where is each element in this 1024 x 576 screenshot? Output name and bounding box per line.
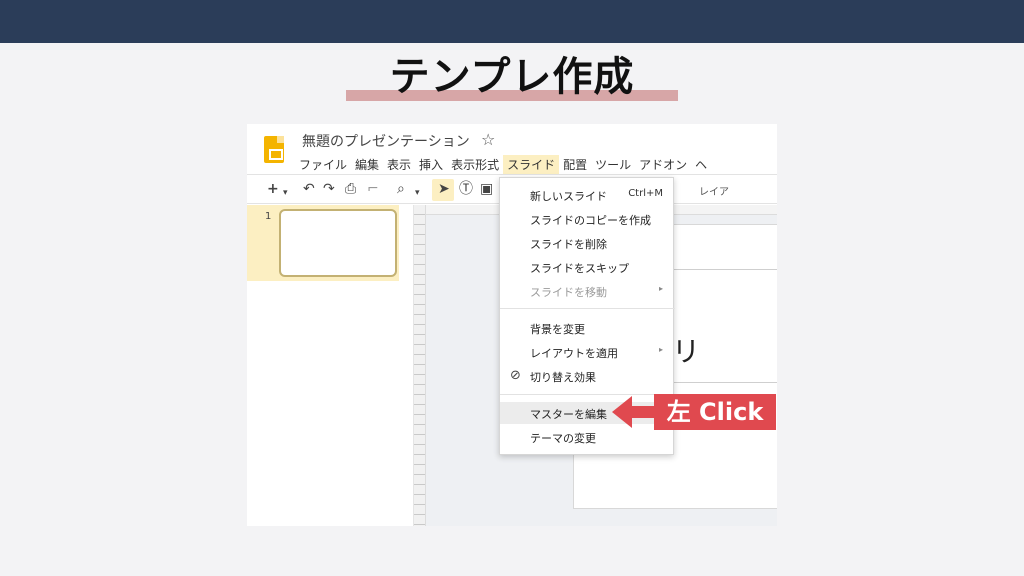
menu-insert[interactable]: 挿入 [415,155,447,175]
slide-placeholder-border-bottom [671,382,777,383]
menu-help[interactable]: ヘ [691,155,711,175]
filmstrip-selected-slide[interactable]: 1 [247,205,399,281]
callout-arrow-icon [612,396,632,428]
menu-item-delete-slide[interactable]: スライドを削除 [500,232,675,254]
submenu-arrow-icon: ▸ [658,284,663,293]
slide-number: 1 [265,211,272,222]
image-icon[interactable]: ▣ [480,180,493,198]
zoom-icon[interactable]: ⌕ [397,180,405,198]
menu-slide[interactable]: スライド [503,155,560,175]
document-title[interactable]: 無題のプレゼンテーション [302,131,470,151]
menu-item-transition[interactable]: ⊘ 切り替え効果 [500,365,675,387]
slide-filmstrip: 1 [247,205,414,526]
text-box-icon[interactable]: Ⓣ [459,180,473,198]
menu-item-skip-slide[interactable]: スライドをスキップ [500,256,675,278]
menu-arrange[interactable]: 配置 [559,155,591,175]
menu-item-change-background[interactable]: 背景を変更 [500,317,675,339]
new-slide-plus-icon[interactable]: + [267,180,279,198]
page-heading: テンプレ作成 [346,52,678,102]
left-click-callout: 左 Click [612,394,776,430]
menu-divider [500,308,675,309]
layout-button[interactable]: レイア [699,183,729,198]
slide-text-fragment: リ [672,335,701,368]
menu-edit[interactable]: 編集 [351,155,383,175]
screenshot-panel: 無題のプレゼンテーション ☆ ファイル 編集 表示 挿入 表示形式 スライド 配置 ツール アド… [247,124,777,526]
submenu-arrow-icon: ▸ [658,345,663,354]
menu-item-duplicate-slide[interactable]: スライドのコピーを作成 [500,208,675,230]
chevron-down-icon[interactable]: ▾ [283,184,288,202]
menu-file[interactable]: ファイル [295,155,351,175]
undo-icon[interactable]: ↶ [303,180,315,198]
menu-format[interactable]: 表示形式 [447,155,503,175]
redo-icon[interactable]: ↷ [323,180,335,198]
star-icon[interactable]: ☆ [481,130,495,149]
shortcut-label: Ctrl+M [628,188,663,199]
callout-arrow-shaft [630,406,656,418]
callout-label: 左 Click [654,394,776,430]
transition-icon: ⊘ [510,368,521,383]
top-banner [0,0,1024,43]
zoom-chevron-down-icon[interactable]: ▾ [415,184,420,202]
vertical-ruler [414,205,426,526]
slides-logo-icon[interactable] [264,136,284,163]
print-icon[interactable]: ⎙ [345,180,356,198]
menu-addons[interactable]: アドオン [635,155,691,175]
cursor-select-icon[interactable]: ➤ [438,180,450,198]
slide-placeholder-border-top [671,269,777,270]
menu-item-move-slide: スライドを移動 ▸ [530,284,663,299]
heading-text: テンプレ作成 [389,54,635,100]
menu-item-apply-layout[interactable]: レイアウトを適用 ▸ [500,341,675,363]
slide-thumbnail[interactable] [279,209,397,277]
menu-item-new-slide[interactable]: 新しいスライド Ctrl+M [500,184,675,206]
paint-format-icon[interactable]: ⌐ [367,180,379,198]
menu-bar: ファイル 編集 表示 挿入 表示形式 スライド 配置 ツール アドオンヘ [295,154,711,175]
menu-tools[interactable]: ツール [591,155,635,175]
menu-view[interactable]: 表示 [383,155,415,175]
